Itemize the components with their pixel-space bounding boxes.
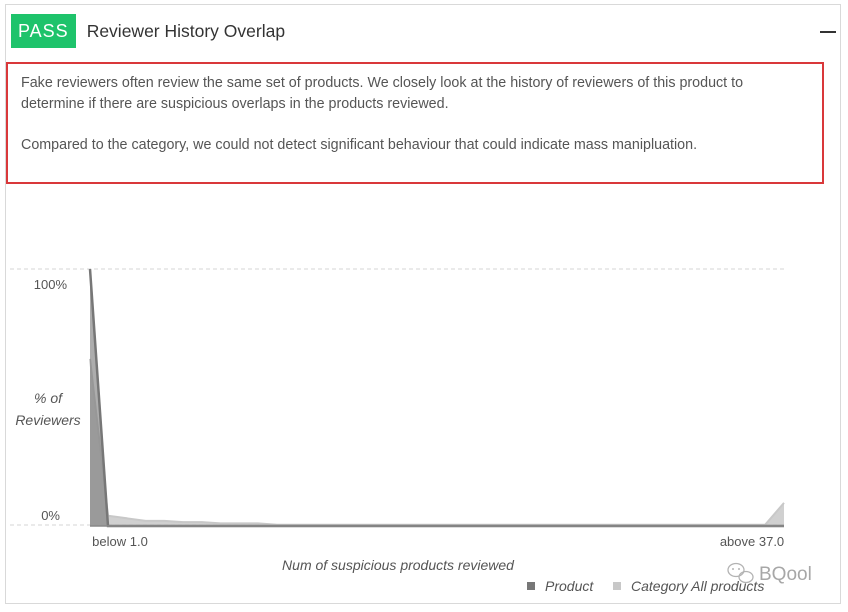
- legend-swatch-product: [527, 582, 535, 590]
- x-axis-label: Num of suspicious products reviewed: [282, 557, 515, 573]
- y-tick-100: 100%: [34, 277, 68, 292]
- plot-area: [88, 268, 785, 528]
- series-line-category: [89, 358, 785, 526]
- series-area-product: [90, 269, 784, 526]
- watermark-text: BQool: [759, 564, 812, 585]
- legend-label-category: Category All products: [631, 578, 764, 594]
- legend: Product Category All products: [527, 578, 764, 594]
- series-area-category: [90, 358, 784, 526]
- series-line-product: [88, 268, 784, 528]
- x-tick-last: above 37.0: [720, 534, 784, 549]
- y-axis-label-line1: % of: [34, 390, 64, 406]
- x-tick-first: below 1.0: [92, 534, 148, 549]
- y-tick-0: 0%: [41, 508, 60, 523]
- legend-label-product: Product: [545, 578, 594, 594]
- y-axis-label-line2: Reviewers: [15, 412, 80, 428]
- legend-swatch-category: [613, 582, 621, 590]
- reviewer-overlap-chart: 100% 0% % of Reviewers below 1.0 above 3…: [10, 268, 812, 594]
